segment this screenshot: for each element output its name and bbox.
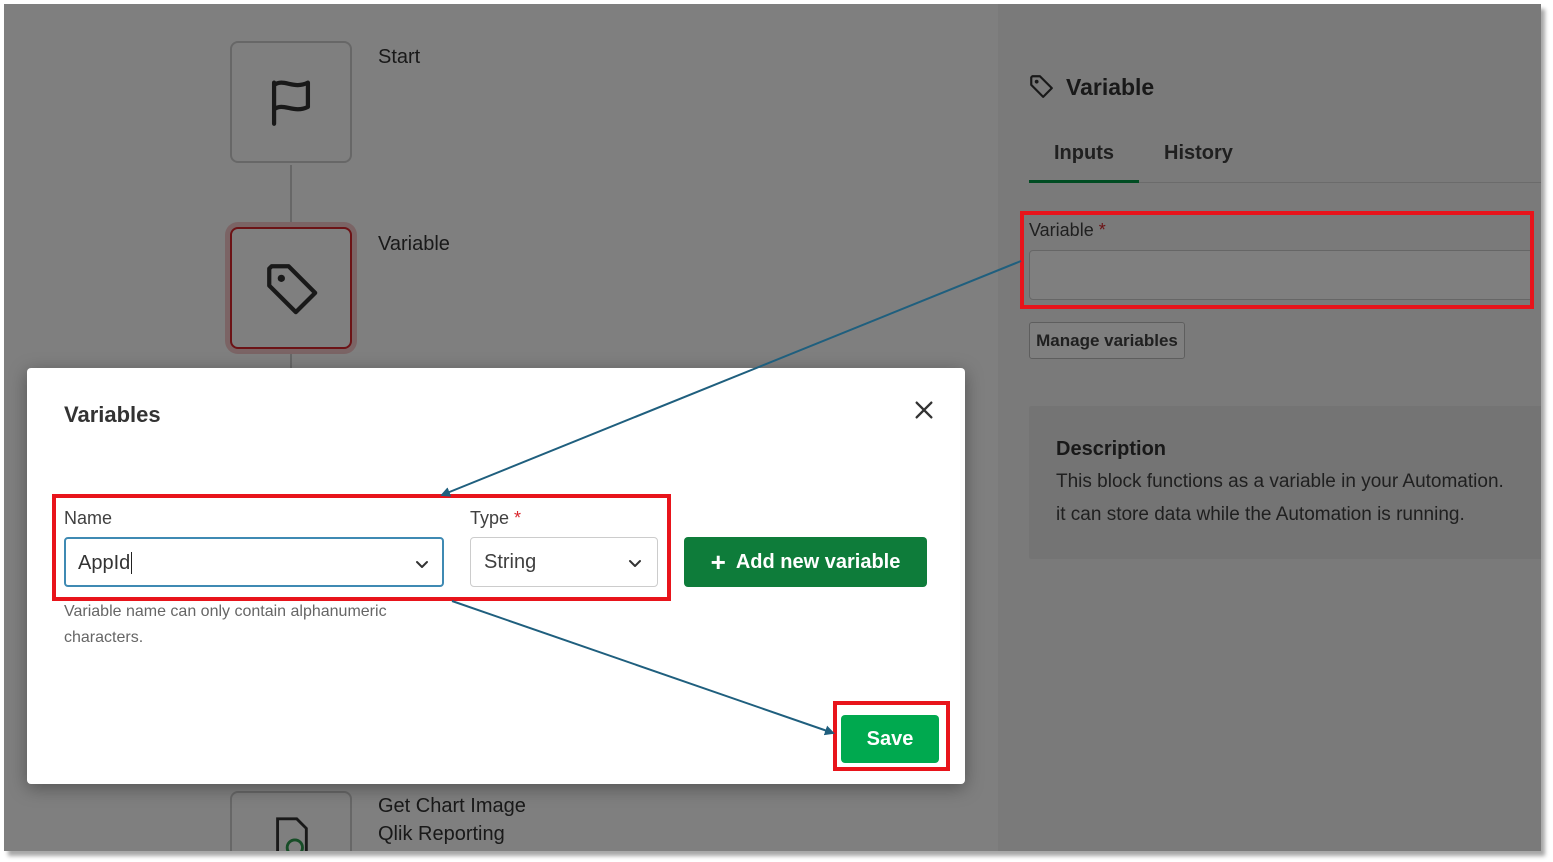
modal-title: Variables xyxy=(64,402,161,427)
name-type-highlight xyxy=(52,494,671,601)
screenshot-frame: Start Variable Get Chart Image Qlik Repo… xyxy=(4,4,1541,851)
name-hint-text: Variable name can only contain alphanume… xyxy=(64,603,387,620)
close-button[interactable] xyxy=(908,394,940,426)
add-new-variable-button[interactable]: + Add new variable xyxy=(684,537,927,587)
plus-icon: + xyxy=(710,547,726,577)
name-hint-text: characters. xyxy=(64,629,144,646)
add-new-variable-label: Add new variable xyxy=(735,550,901,573)
close-icon xyxy=(915,401,933,419)
variable-field-highlight xyxy=(1020,211,1534,309)
save-button-highlight xyxy=(833,701,950,771)
